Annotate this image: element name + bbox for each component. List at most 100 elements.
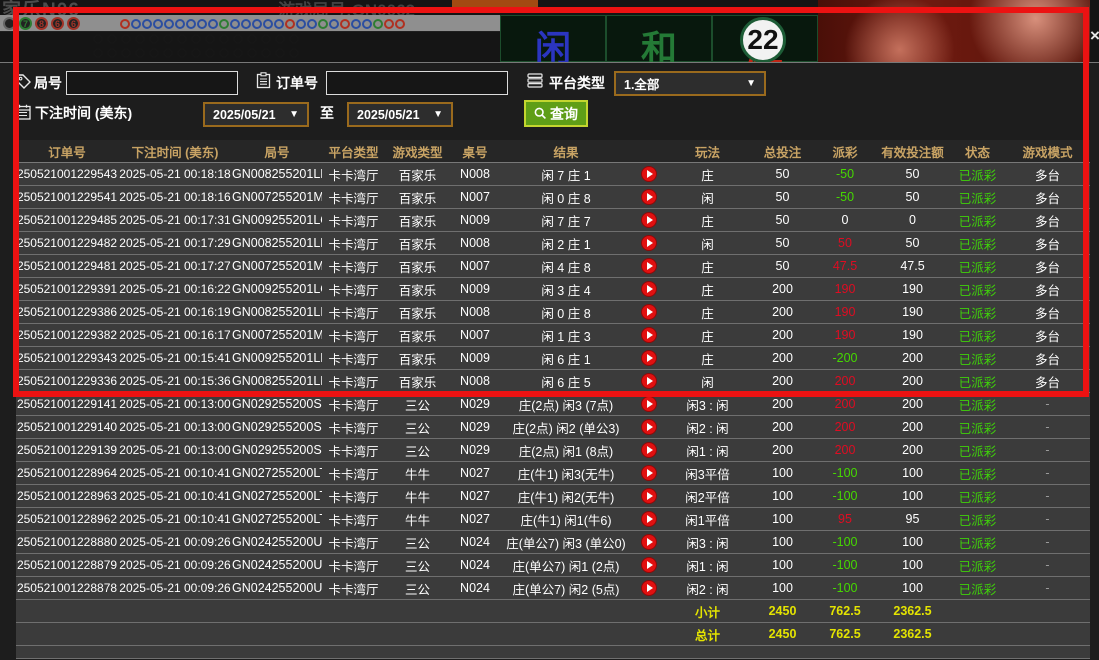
order-number-cell: 250521001229481 <box>16 259 118 273</box>
countdown-badge: 22 <box>740 17 786 63</box>
table-no-cell: N027 <box>450 512 500 526</box>
total-row: 总计2450762.52362.5 <box>16 623 1090 646</box>
table-row: 2505210012289632025-05-21 00:10:41GN0272… <box>16 485 1090 508</box>
game-mode-cell: - <box>1005 420 1090 434</box>
play-result-button[interactable] <box>641 166 657 182</box>
platform-cell: 卡卡湾厅 <box>322 464 385 483</box>
total-bet-cell: 200 <box>750 282 815 296</box>
game-type-cell: 三公 <box>385 556 450 575</box>
status-cell: 已派彩 <box>950 556 1005 575</box>
round-id-cell: GN007255201MT <box>232 328 322 342</box>
table-row: 2505210012291402025-05-21 00:13:00GN0292… <box>16 416 1090 439</box>
play-result-button[interactable] <box>641 465 657 481</box>
platform-cell: 卡卡湾厅 <box>322 441 385 460</box>
order-number-cell: 250521001229541 <box>16 190 118 204</box>
status-cell: 已派彩 <box>950 579 1005 598</box>
play-icon <box>647 308 653 316</box>
total-bet-cell: 200 <box>750 397 815 411</box>
play-type-cell: 庄 <box>665 303 750 322</box>
order-number-cell: 250521001228963 <box>16 489 118 503</box>
status-cell: 已派彩 <box>950 303 1005 322</box>
date-to-label: 至 <box>320 103 334 123</box>
platform-filter-label: 平台类型 <box>549 73 605 93</box>
bet-time-cell: 2025-05-21 00:10:41 <box>118 489 232 503</box>
table-no-cell: N029 <box>450 443 500 457</box>
play-result-button[interactable] <box>641 488 657 504</box>
game-type-cell: 百家乐 <box>385 165 450 184</box>
play-result-button[interactable] <box>641 534 657 550</box>
play-cell <box>632 442 665 458</box>
result-cell: 闲 0 庄 8 <box>500 188 632 207</box>
play-result-button[interactable] <box>641 511 657 527</box>
play-result-button[interactable] <box>641 258 657 274</box>
play-result-button[interactable] <box>641 327 657 343</box>
play-icon <box>647 561 653 569</box>
play-result-button[interactable] <box>641 350 657 366</box>
play-result-button[interactable] <box>641 396 657 412</box>
game-mode-cell: - <box>1005 558 1090 572</box>
round-filter-input[interactable] <box>66 71 238 95</box>
bead-circle <box>230 19 240 29</box>
game-mode-cell: 多台 <box>1005 349 1090 368</box>
play-icon <box>647 285 653 293</box>
bead-circle <box>296 19 306 29</box>
bead-circle <box>318 19 328 29</box>
bet-time-cell: 2025-05-21 00:13:00 <box>118 420 232 434</box>
platform-cell: 卡卡湾厅 <box>322 326 385 345</box>
platform-type-select[interactable]: 1.全部 ▼ <box>614 71 766 96</box>
total-bet-cell: 100 <box>750 489 815 503</box>
play-result-button[interactable] <box>641 189 657 205</box>
valid-bet-cell: 95 <box>875 512 950 526</box>
table-no-cell: N008 <box>450 374 500 388</box>
payout-cell: -50 <box>815 190 875 204</box>
play-result-button[interactable] <box>641 442 657 458</box>
play-result-button[interactable] <box>641 373 657 389</box>
column-header: 订单号 <box>16 142 118 161</box>
play-type-cell: 闲 <box>665 234 750 253</box>
table-row: 2505210012294852025-05-21 00:17:31GN0092… <box>16 209 1090 232</box>
table-no-cell: N007 <box>450 259 500 273</box>
bet-time-cell: 2025-05-21 00:16:19 <box>118 305 232 319</box>
play-result-button[interactable] <box>641 212 657 228</box>
date-from-select[interactable]: 2025/05/21 ▼ <box>203 102 309 127</box>
date-to-select[interactable]: 2025/05/21 ▼ <box>347 102 453 127</box>
play-cell <box>632 281 665 297</box>
play-cell <box>632 373 665 389</box>
valid-bet-cell: 50 <box>875 167 950 181</box>
game-mode-cell: 多台 <box>1005 188 1090 207</box>
table-no-cell: N009 <box>450 213 500 227</box>
bead-circle <box>395 19 405 29</box>
play-result-button[interactable] <box>641 281 657 297</box>
payout-cell: -100 <box>815 558 875 572</box>
game-type-cell: 百家乐 <box>385 349 450 368</box>
play-cell <box>632 304 665 320</box>
platform-cell: 卡卡湾厅 <box>322 280 385 299</box>
play-result-button[interactable] <box>641 419 657 435</box>
order-number-cell: 250521001228878 <box>16 581 118 595</box>
status-cell: 已派彩 <box>950 188 1005 207</box>
play-cell <box>632 258 665 274</box>
query-button[interactable]: 查询 <box>524 100 588 127</box>
total-bet-cell: 200 <box>750 328 815 342</box>
table-no-cell: N007 <box>450 190 500 204</box>
play-result-button[interactable] <box>641 304 657 320</box>
game-type-cell: 牛牛 <box>385 464 450 483</box>
valid-bet-cell: 47.5 <box>875 259 950 273</box>
play-result-button[interactable] <box>641 580 657 596</box>
close-icon[interactable]: × <box>1090 26 1099 46</box>
play-result-button[interactable] <box>641 235 657 251</box>
game-mode-cell: 多台 <box>1005 326 1090 345</box>
game-type-cell: 百家乐 <box>385 326 450 345</box>
result-cell: 庄(2点) 闲2 (单公3) <box>500 418 632 437</box>
round-id-cell: GN029255200SL <box>232 397 322 411</box>
order-filter-input[interactable] <box>326 71 508 95</box>
order-filter-label: 订单号 <box>276 73 318 93</box>
play-result-button[interactable] <box>641 557 657 573</box>
column-header: 结果 <box>500 142 632 161</box>
table-no-cell: N029 <box>450 397 500 411</box>
payout-cell: 0 <box>815 213 875 227</box>
result-cell: 闲 6 庄 5 <box>500 372 632 391</box>
payout-cell: -100 <box>815 535 875 549</box>
round-id-cell: GN009255201LN <box>232 351 322 365</box>
table-row: 2505210012293912025-05-21 00:16:22GN0092… <box>16 278 1090 301</box>
